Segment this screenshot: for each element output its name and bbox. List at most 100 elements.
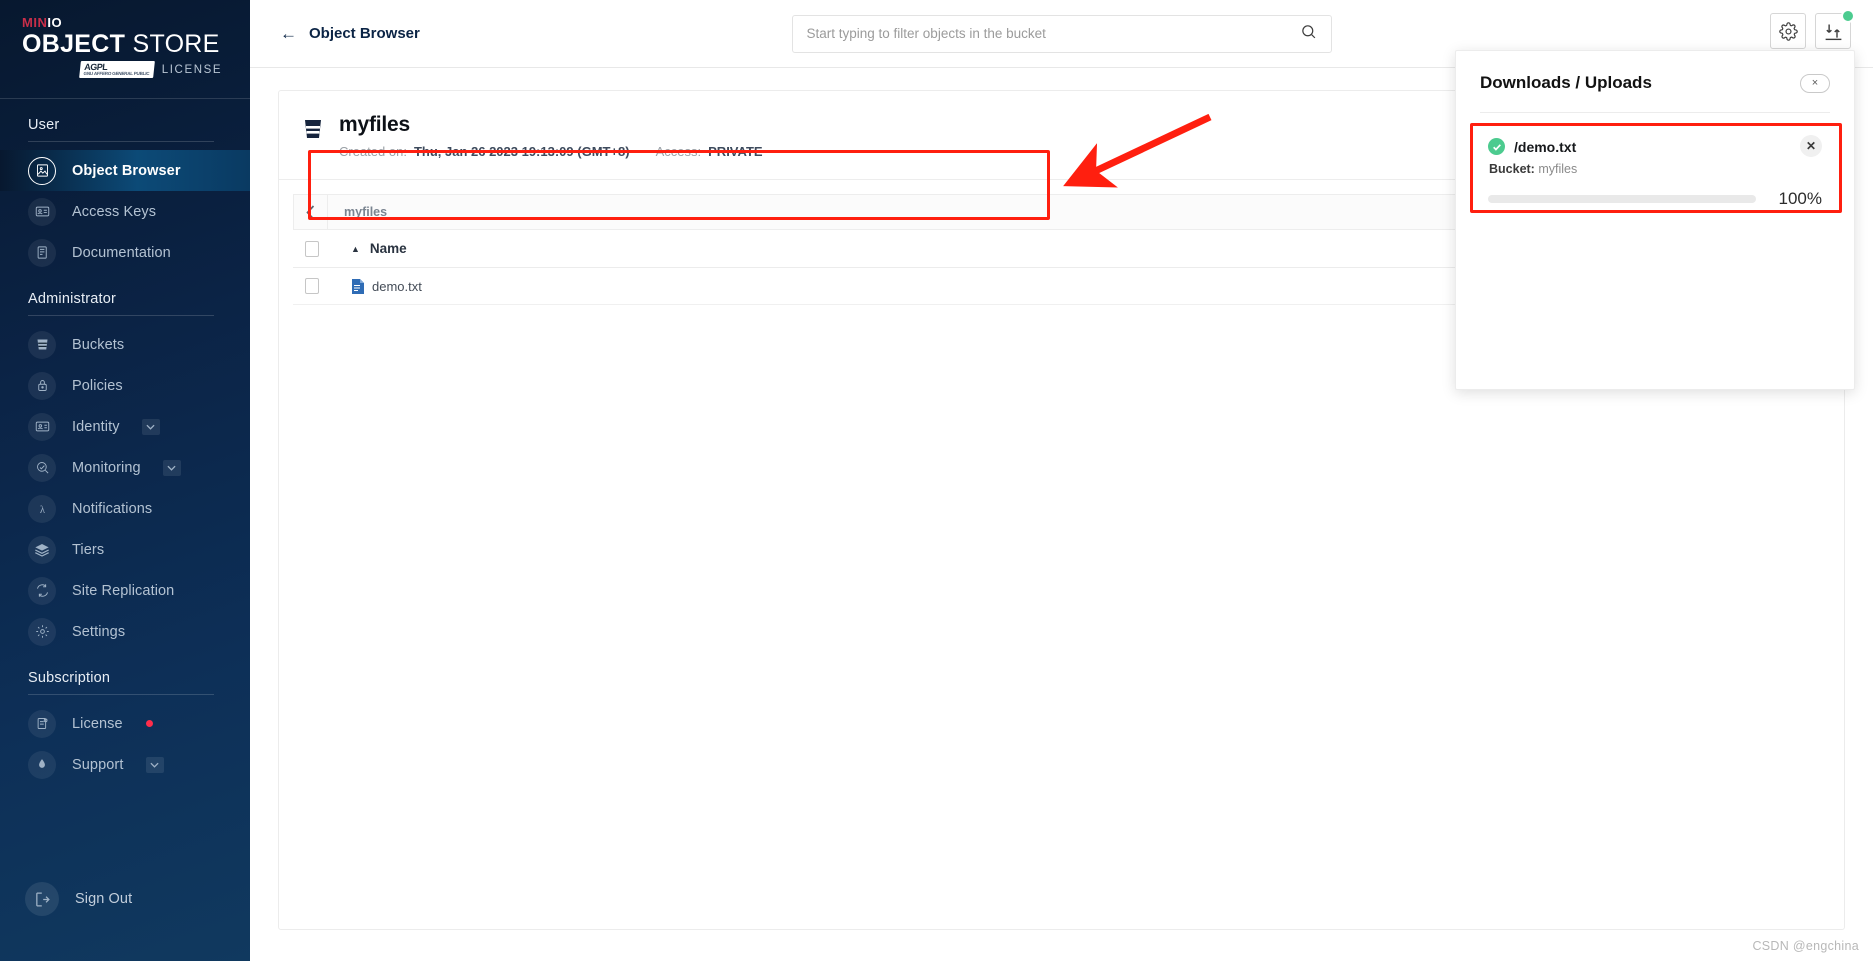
sidebar-item-label-identity: Identity: [72, 418, 120, 435]
sidebar-item-label-tiers: Tiers: [72, 541, 105, 558]
select-all-cell: [293, 240, 331, 257]
top-action-buttons: [1770, 9, 1855, 49]
downloads-uploads-button[interactable]: [1815, 9, 1855, 49]
sidebar-nav: User Object Browser Access Keys Documentati…: [0, 99, 250, 785]
sidebar-item-license[interactable]: License: [0, 703, 250, 744]
transfer-bucket-value: myfiles: [1538, 162, 1578, 176]
sort-ascending-icon: ▲: [351, 243, 360, 254]
bucket-access-value: PRIVATE: [708, 144, 763, 159]
access-keys-icon: [28, 197, 56, 226]
sign-out-icon: [25, 882, 59, 916]
documentation-icon: [28, 238, 56, 267]
downloads-panel-divider: [1480, 112, 1830, 113]
column-header-name-label: Name: [369, 241, 407, 256]
chevron-down-icon[interactable]: [141, 418, 160, 435]
transfer-progress-row: 100%: [1488, 189, 1822, 209]
bucket-icon: [303, 118, 323, 145]
bucket-created-value: Thu, Jan 26 2023 19:13:09 (GMT+8): [413, 144, 630, 159]
search-box[interactable]: [791, 14, 1332, 53]
search-container: [791, 14, 1332, 53]
sidebar-item-label-license: License: [72, 715, 123, 732]
sidebar-item-label-monitoring: Monitoring: [72, 459, 141, 476]
success-check-icon: [1488, 138, 1505, 155]
sidebar-item-label-policies: Policies: [72, 377, 123, 394]
product-title-bold: OBJECT: [22, 30, 126, 58]
sidebar-item-policies[interactable]: Policies: [0, 365, 250, 406]
lambda-icon: λ: [28, 494, 56, 523]
transfer-dismiss-button[interactable]: ✕: [1800, 135, 1822, 157]
agpl-badge-bottom: GNU AFFERO GENERAL PUBLIC: [83, 71, 150, 77]
cell-object-name-label: demo.txt: [372, 278, 422, 294]
sidebar-item-label-buckets: Buckets: [72, 336, 125, 353]
identity-icon: [28, 412, 56, 441]
search-icon[interactable]: [1300, 23, 1317, 45]
sidebar-item-label-notifications: Notifications: [72, 500, 153, 517]
sidebar-item-label-settings: Settings: [72, 623, 126, 640]
license-label: LICENSE: [161, 63, 223, 76]
watermark: CSDN @engchina: [1752, 939, 1859, 953]
agpl-badge: AGPL GNU AFFERO GENERAL PUBLIC: [79, 61, 155, 79]
sidebar-item-documentation[interactable]: Documentation: [0, 232, 250, 273]
sidebar-section-rule: [28, 141, 214, 143]
object-browser-icon: [28, 156, 56, 185]
breadcrumb-back-button[interactable]: [294, 195, 328, 229]
sidebar-item-buckets[interactable]: Buckets: [0, 324, 250, 365]
sidebar: MINIO OBJECT STORE AGPL GNU AFFERO GENER…: [0, 0, 250, 961]
svg-text:λ: λ: [39, 505, 45, 516]
sidebar-item-label-access-keys: Access Keys: [72, 203, 157, 220]
transfers-badge: [1841, 9, 1855, 23]
sidebar-item-site-replication[interactable]: Site Replication: [0, 570, 250, 611]
downloads-panel-title: Downloads / Uploads: [1480, 73, 1652, 92]
sidebar-item-access-keys[interactable]: Access Keys: [0, 191, 250, 232]
sidebar-item-label-site-replication: Site Replication: [72, 582, 175, 599]
chevron-down-icon[interactable]: [145, 756, 164, 773]
bucket-icon: [28, 330, 56, 359]
bucket-metadata: Created on: Thu, Jan 26 2023 19:13:09 (G…: [339, 144, 763, 159]
brand-logo: MINIO OBJECT STORE AGPL GNU AFFERO GENER…: [0, 0, 250, 92]
sidebar-item-tiers[interactable]: Tiers: [0, 529, 250, 570]
sidebar-item-notifications[interactable]: λ Notifications: [0, 488, 250, 529]
downloads-uploads-panel: Downloads / Uploads × /demo.txt ✕ Bucket…: [1455, 50, 1855, 390]
sidebar-section-title: Administrator: [28, 291, 117, 308]
settings-button[interactable]: [1770, 13, 1806, 49]
transfer-bucket-label: Bucket:: [1489, 162, 1535, 176]
sidebar-item-label-documentation: Documentation: [72, 244, 171, 261]
license-icon: [28, 709, 56, 738]
sidebar-item-settings[interactable]: Settings: [0, 611, 250, 652]
bucket-name: myfiles: [339, 113, 410, 136]
sidebar-section-rule: [28, 694, 214, 696]
minio-wordmark-prefix: MIN: [22, 15, 48, 30]
sidebar-item-monitoring[interactable]: Monitoring: [0, 447, 250, 488]
sidebar-item-sign-out[interactable]: Sign Out: [0, 875, 250, 923]
progress-percent-label: 100%: [1778, 189, 1822, 208]
sidebar-section-title: Subscription: [28, 670, 111, 687]
sidebar-item-label-support: Support: [72, 756, 124, 773]
column-header-name[interactable]: ▲ Name: [331, 241, 1610, 256]
support-icon: [28, 750, 56, 779]
lock-icon: [28, 371, 56, 400]
transfer-item: /demo.txt ✕ Bucket: myfiles 100%: [1480, 131, 1830, 221]
minio-wordmark: MINIO: [22, 16, 250, 29]
license-alert-dot: [145, 720, 153, 728]
back-arrow-icon[interactable]: ←: [280, 24, 297, 44]
main-area: ← Object Browser Start typing to filter …: [250, 0, 1873, 961]
bucket-created-label: Created on:: [339, 144, 407, 159]
sidebar-item-identity[interactable]: Identity: [0, 406, 250, 447]
downloads-panel-header: Downloads / Uploads ×: [1480, 73, 1830, 93]
sidebar-item-support[interactable]: Support: [0, 744, 250, 785]
tiers-icon: [28, 535, 56, 564]
product-title-light: STORE: [132, 30, 220, 58]
cell-object-name[interactable]: demo.txt: [331, 278, 1610, 294]
license-badge-row: AGPL GNU AFFERO GENERAL PUBLIC LICENSE: [22, 61, 250, 79]
transfer-bucket-line: Bucket: myfiles: [1488, 162, 1822, 176]
breadcrumb-path[interactable]: myfiles: [328, 195, 387, 229]
search-input[interactable]: [806, 26, 1300, 41]
chevron-down-icon[interactable]: [162, 459, 181, 476]
product-title: OBJECT STORE: [22, 31, 250, 57]
sidebar-item-object-browser[interactable]: Object Browser: [0, 150, 250, 192]
breadcrumb[interactable]: ← Object Browser: [280, 24, 420, 44]
downloads-panel-close-button[interactable]: ×: [1800, 73, 1830, 93]
select-all-checkbox[interactable]: [305, 240, 319, 257]
app-root: MINIO OBJECT STORE AGPL GNU AFFERO GENER…: [0, 0, 1873, 961]
row-checkbox[interactable]: [305, 278, 319, 294]
